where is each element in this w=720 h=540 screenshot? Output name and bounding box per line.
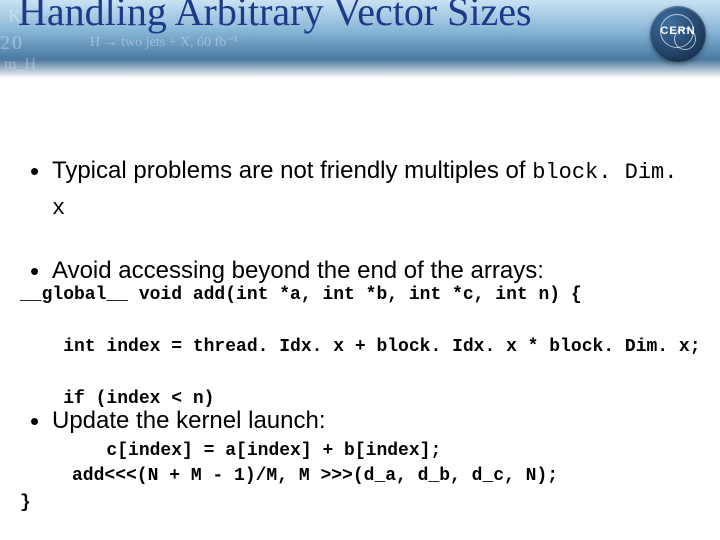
code-line: __global__ void add(int *a, int *b, int … (20, 282, 704, 308)
kernel-launch-code: add<<<(N + M - 1)/M, M >>>(d_a, d_b, d_c… (72, 466, 694, 486)
code-line: int index = thread. Idx. x + block. Idx.… (20, 334, 704, 360)
bullet-3-text: Update the kernel launch: (52, 407, 326, 434)
bullet-item-2: Avoid accessing beyond the end of the ar… (26, 254, 694, 288)
overlay-text: 20 (0, 32, 24, 55)
bullet-item-3: Update the kernel launch: (26, 404, 694, 438)
slide-title: Handling Arbitrary Vector Sizes (18, 0, 578, 34)
cern-logo-label: CERN (650, 25, 706, 37)
slide: K 20 H → two jets + X, 60 fb⁻¹ m_H θ CER… (0, 0, 720, 540)
bullet-1-text: Typical problems are not friendly multip… (52, 157, 532, 184)
bullet-item-1: Typical problems are not friendly multip… (26, 154, 694, 226)
header-banner: K 20 H → two jets + X, 60 fb⁻¹ m_H θ CER… (0, 0, 720, 78)
slide-body: Typical problems are not friendly multip… (0, 78, 720, 496)
kernel-code-overlay: __global__ void add(int *a, int *b, int … (20, 256, 704, 540)
code-line: c[index] = a[index] + b[index]; (20, 438, 704, 464)
overlay-text: H → two jets + X, 60 fb⁻¹ (90, 34, 238, 51)
cern-logo: CERN (650, 6, 706, 62)
overlay-text: m_H (4, 56, 36, 74)
bullet-2-text: Avoid accessing beyond the end of the ar… (52, 257, 544, 284)
code-line: } (20, 490, 704, 516)
cern-logo-badge: CERN (650, 6, 706, 62)
bullet-list: Typical problems are not friendly multip… (26, 154, 694, 438)
